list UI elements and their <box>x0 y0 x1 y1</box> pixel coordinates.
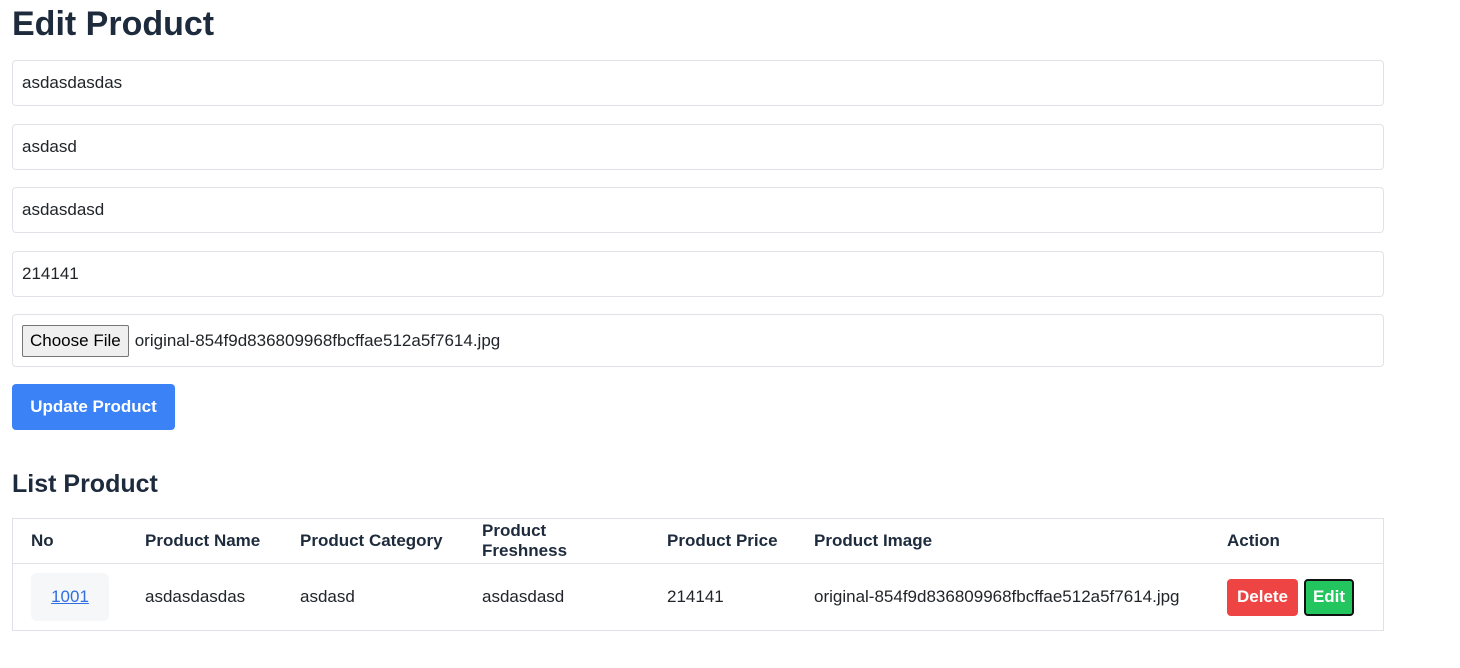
page-title: Edit Product <box>12 5 215 43</box>
choose-file-button[interactable]: Choose File <box>22 324 129 357</box>
product-freshness-value: asdasdasd <box>22 200 105 219</box>
list-title: List Product <box>12 470 158 498</box>
cell-price: 214141 <box>667 587 724 606</box>
cell-no: 1001 <box>13 564 128 631</box>
cell-name: asdasdasdas <box>145 587 246 606</box>
column-header-image: Product Image <box>796 518 1209 564</box>
selected-file-name: original-854f9d836809968fbcffae512a5f761… <box>134 330 501 350</box>
product-freshness-field[interactable]: asdasdasd <box>12 187 1384 233</box>
product-price-value: 214141 <box>22 264 79 283</box>
cell-category: asdasd <box>300 587 355 606</box>
column-header-freshness: Product Freshness <box>464 518 649 564</box>
product-id-link[interactable]: 1001 <box>31 573 109 621</box>
product-price-field[interactable]: 214141 <box>12 251 1384 297</box>
product-image-field: Choose File original-854f9d836809968fbcf… <box>12 314 1384 367</box>
column-header-name: Product Name <box>127 518 282 564</box>
product-table: No Product Name Product Category Product… <box>12 518 1384 631</box>
product-category-value: asdasd <box>22 137 77 156</box>
column-header-price: Product Price <box>649 518 796 564</box>
product-category-field[interactable]: asdasd <box>12 124 1384 170</box>
edit-button[interactable]: Edit <box>1304 578 1354 616</box>
cell-action: Delete Edit <box>1209 564 1384 631</box>
product-name-field[interactable]: asdasdasdas <box>12 60 1384 106</box>
delete-button[interactable]: Delete <box>1227 578 1298 616</box>
update-product-button[interactable]: Update Product <box>12 384 175 430</box>
column-header-action: Action <box>1209 518 1384 564</box>
table-header-row: No Product Name Product Category Product… <box>12 518 1384 564</box>
table-row: 1001 asdasdasdas asdasd asdasdasd 214141… <box>13 564 1384 631</box>
cell-image: original-854f9d836809968fbcffae512a5f761… <box>814 587 1180 606</box>
column-header-no: No <box>12 518 127 564</box>
cell-freshness: asdasdasd <box>482 587 565 606</box>
product-name-value: asdasdasdas <box>22 73 123 92</box>
column-header-category: Product Category <box>282 518 464 564</box>
